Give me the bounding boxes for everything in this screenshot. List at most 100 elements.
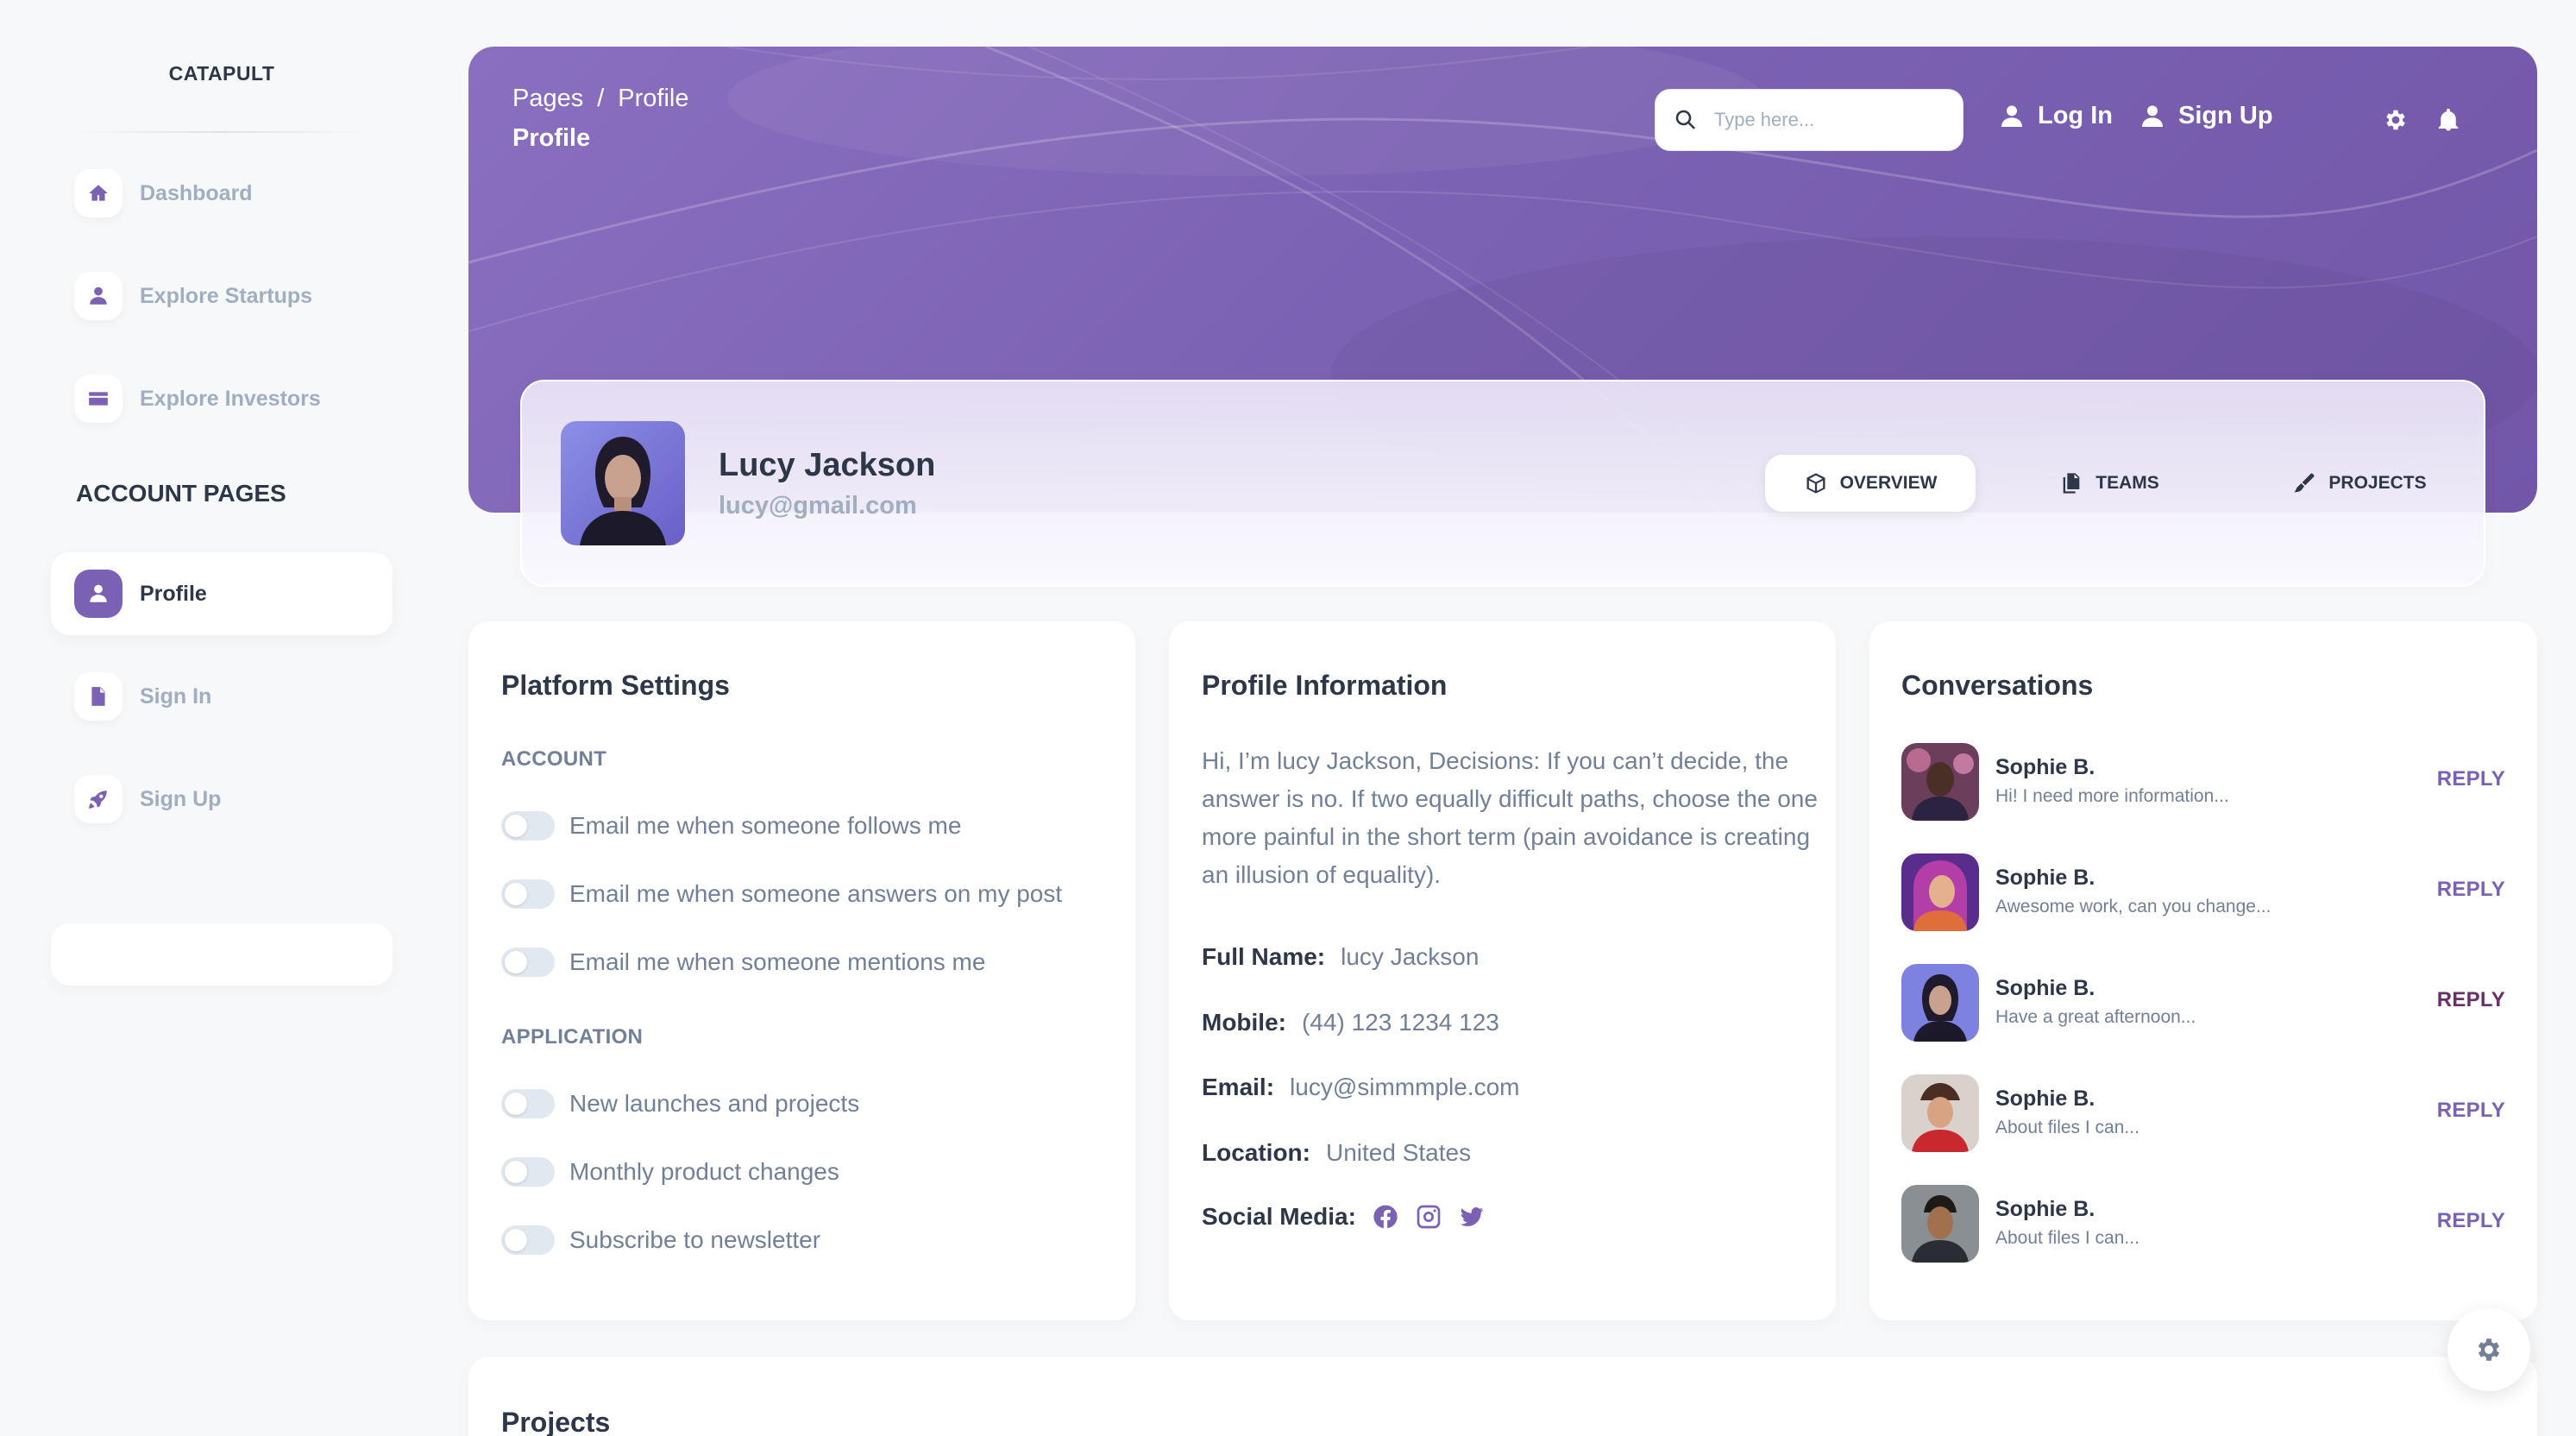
conversation-item: Sophie B. Awesome work, can you change..…: [1901, 853, 2505, 931]
section-title: ACCOUNT PAGES: [76, 480, 286, 507]
facebook-icon[interactable]: [1372, 1203, 1399, 1231]
reply-button[interactable]: REPLY: [2437, 767, 2505, 791]
signup-button[interactable]: Sign Up: [2139, 102, 2273, 130]
tab-label: TEAMS: [2095, 473, 2159, 493]
sidebar-item-explore-startups[interactable]: Explore Startups: [51, 255, 393, 337]
info-value: United States: [1326, 1139, 1472, 1166]
toggle-switch[interactable]: [501, 948, 555, 977]
avatar: [1901, 964, 1979, 1042]
rocket-icon: [74, 775, 123, 823]
conversation-name: Sophie B.: [1995, 755, 2095, 779]
search-input[interactable]: [1714, 109, 1956, 131]
sidebar-item-label: Explore Startups: [140, 283, 313, 308]
sidebar-item-profile[interactable]: Profile: [51, 552, 393, 635]
toggle-label: Email me when someone mentions me: [569, 948, 986, 975]
breadcrumb: Pages / Profile: [512, 85, 689, 113]
login-button[interactable]: Log In: [1998, 102, 2113, 130]
tab-projects[interactable]: PROJECTS: [2260, 455, 2459, 512]
toggle-label: New launches and projects: [569, 1090, 860, 1117]
tab-overview[interactable]: OVERVIEW: [1765, 455, 1976, 512]
search-box[interactable]: [1655, 89, 1963, 151]
conversation-message: Have a great afternoon...: [1995, 1007, 2196, 1027]
toggle-row[interactable]: Email me when someone follows me: [501, 811, 961, 841]
info-value: lucy@simmmple.com: [1290, 1074, 1520, 1100]
sidebar-item-sign-up[interactable]: Sign Up: [51, 758, 393, 841]
avatar: [1901, 853, 1979, 931]
info-row-email: Email: lucy@simmmple.com: [1202, 1074, 1519, 1101]
toggle-row[interactable]: New launches and projects: [501, 1089, 859, 1118]
tab-teams[interactable]: TEAMS: [2036, 455, 2183, 512]
search-icon: [1675, 110, 1695, 129]
credit-card-icon: [74, 375, 123, 423]
info-value: (44) 123 1234 123: [1302, 1009, 1499, 1036]
conversation-item: Sophie B. Have a great afternoon... REPL…: [1901, 964, 2505, 1042]
login-label: Log In: [2038, 102, 2113, 129]
info-row-mobile: Mobile: (44) 123 1234 123: [1202, 1009, 1499, 1036]
toggle-label: Monthly product changes: [569, 1158, 839, 1185]
bell-icon[interactable]: [2435, 107, 2461, 133]
cube-icon: [1806, 473, 1825, 494]
reply-button[interactable]: REPLY: [2437, 1099, 2505, 1123]
documents-icon: [2063, 473, 2080, 494]
section-subtitle: ACCOUNT: [501, 747, 607, 771]
toggle-row[interactable]: Email me when someone mentions me: [501, 948, 985, 977]
person-icon: [2142, 104, 2163, 127]
home-icon: [74, 169, 123, 217]
toggle-switch[interactable]: [501, 879, 555, 909]
profile-bio: Hi, I’m lucy Jackson, Decisions: If you …: [1202, 747, 1818, 888]
sidebar-item-label: Sign Up: [140, 786, 222, 811]
profile-name: Lucy Jackson: [719, 447, 936, 483]
toggle-row[interactable]: Subscribe to newsletter: [501, 1225, 820, 1255]
conversation-name: Sophie B.: [1995, 976, 2095, 1000]
gear-icon[interactable]: [2383, 107, 2409, 133]
info-key: Full Name:: [1202, 943, 1326, 970]
conversation-message: About files I can...: [1995, 1228, 2139, 1248]
avatar: [561, 421, 685, 545]
sidebar-item-dashboard[interactable]: Dashboard: [51, 152, 393, 235]
breadcrumb-separator: /: [597, 85, 605, 112]
info-key: Email:: [1202, 1074, 1275, 1100]
sidebar-item-label: Profile: [140, 581, 207, 606]
card-title: Projects: [501, 1407, 611, 1436]
toggle-switch[interactable]: [501, 811, 555, 841]
info-key: Location:: [1202, 1139, 1310, 1166]
sidebar-item-explore-investors[interactable]: Explore Investors: [51, 357, 393, 440]
twitter-icon[interactable]: [1458, 1203, 1486, 1231]
brand-logo[interactable]: CATAPULT: [0, 62, 443, 85]
divider: [74, 131, 369, 133]
person-icon: [74, 272, 123, 320]
toggle-row[interactable]: Email me when someone answers on my post: [501, 879, 1062, 909]
document-icon: [74, 672, 123, 721]
toggle-switch[interactable]: [501, 1225, 555, 1255]
conversation-message: Hi! I need more information...: [1995, 786, 2229, 806]
reply-button[interactable]: REPLY: [2437, 878, 2505, 902]
toggle-switch[interactable]: [501, 1157, 555, 1187]
toggle-label: Subscribe to newsletter: [569, 1226, 821, 1253]
conversation-item: Sophie B. Hi! I need more information...…: [1901, 743, 2505, 821]
settings-fab-button[interactable]: [2447, 1308, 2530, 1391]
card-title: Platform Settings: [501, 670, 730, 701]
reply-button[interactable]: REPLY: [2437, 1209, 2505, 1233]
info-row-location: Location: United States: [1202, 1139, 1471, 1167]
avatar: [1901, 743, 1979, 821]
social-links: [1372, 1203, 1486, 1231]
toggle-switch[interactable]: [501, 1089, 555, 1118]
conversation-message: About files I can...: [1995, 1118, 2139, 1137]
conversation-item: Sophie B. About files I can... REPLY: [1901, 1074, 2505, 1152]
projects-card: [468, 1357, 2537, 1436]
avatar: [1901, 1185, 1979, 1263]
breadcrumb-profile: Profile: [618, 85, 689, 112]
instagram-icon[interactable]: [1415, 1203, 1442, 1231]
sidebar-help-card: [51, 923, 393, 986]
reply-button[interactable]: REPLY: [2437, 988, 2505, 1012]
section-subtitle: APPLICATION: [501, 1025, 644, 1049]
info-key: Mobile:: [1202, 1009, 1286, 1036]
toggle-label: Email me when someone answers on my post: [569, 880, 1063, 907]
sidebar: CATAPULT Dashboard Explore Startups Expl…: [0, 0, 443, 1436]
breadcrumb-pages[interactable]: Pages: [512, 85, 583, 113]
sidebar-item-sign-in[interactable]: Sign In: [51, 655, 393, 738]
toggle-row[interactable]: Monthly product changes: [501, 1157, 839, 1187]
sidebar-item-label: Explore Investors: [140, 386, 321, 411]
conversation-name: Sophie B.: [1995, 866, 2095, 890]
person-icon: [74, 570, 123, 618]
